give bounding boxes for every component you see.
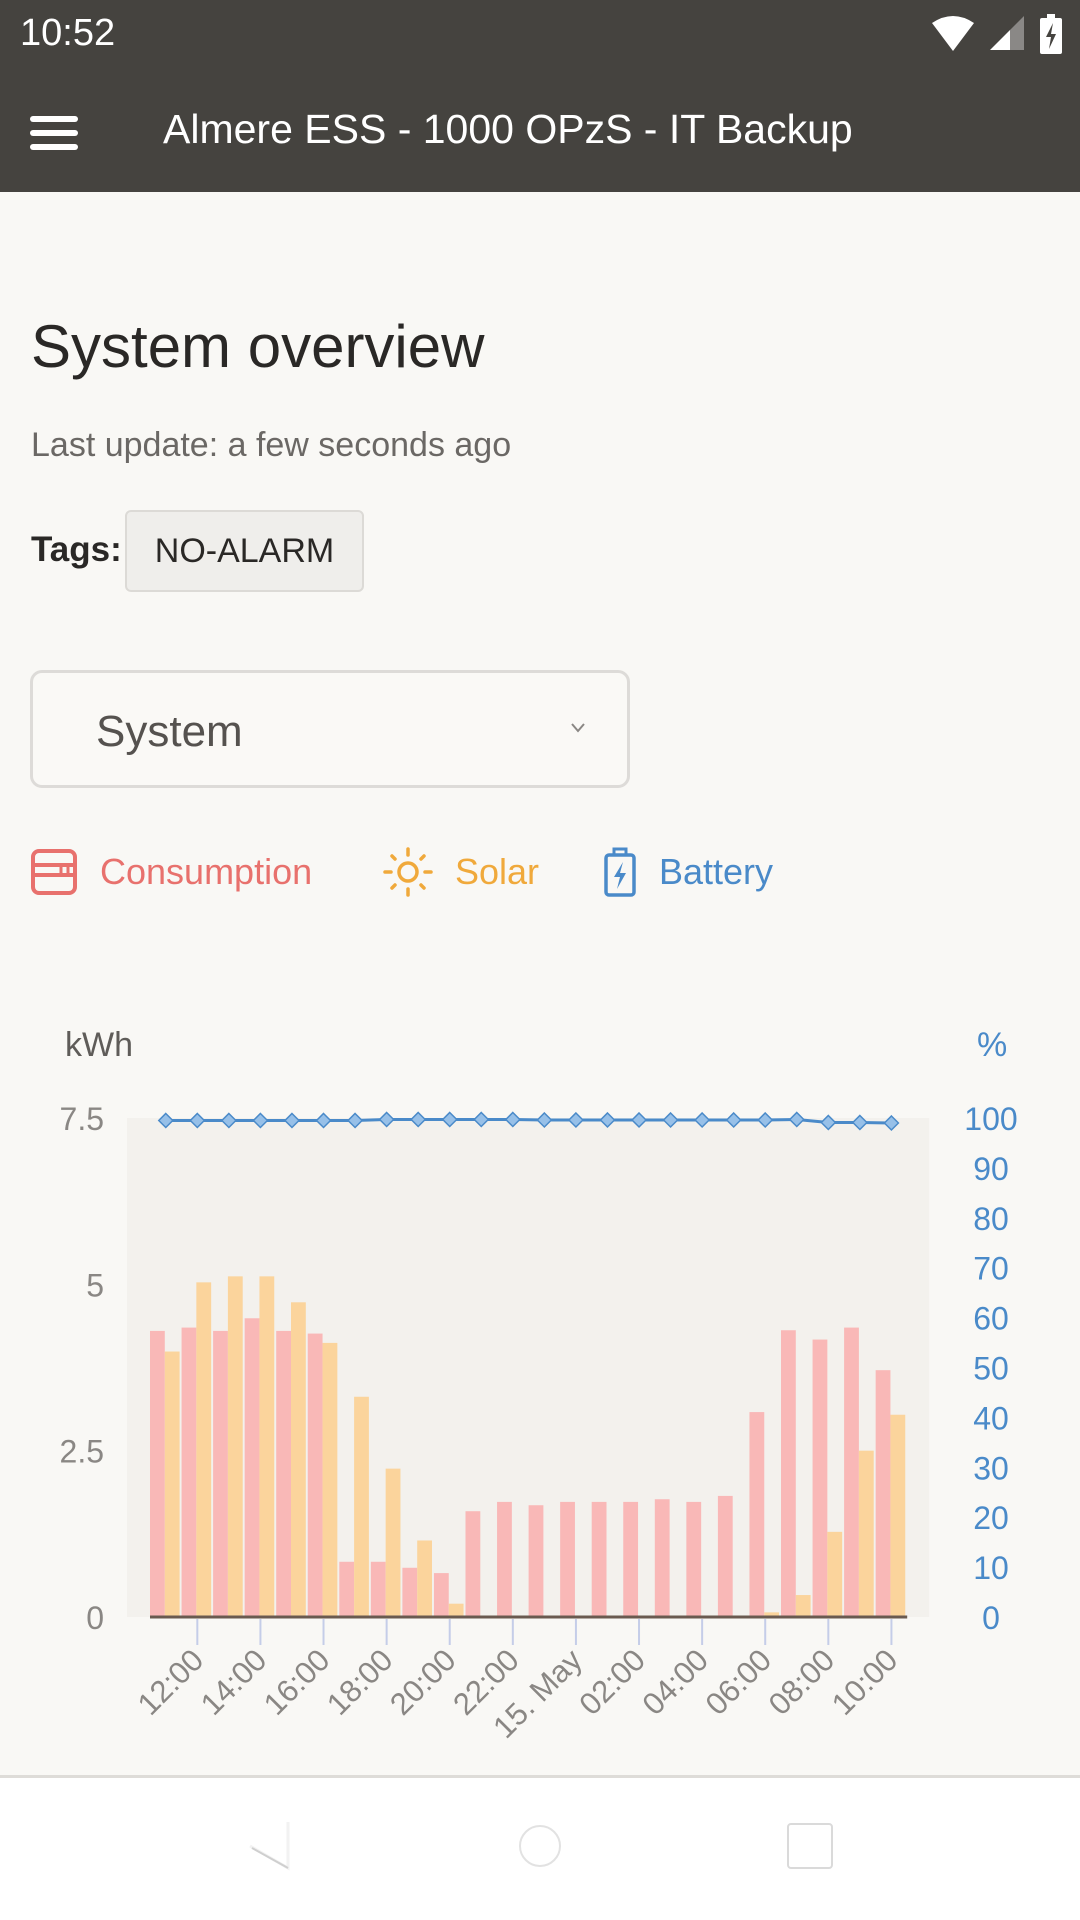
solar-bar [291, 1302, 306, 1617]
solar-bar [354, 1396, 369, 1617]
consumption-bar [749, 1412, 765, 1617]
y-tick-label-right: 90 [973, 1151, 1009, 1187]
system-selector-dropdown[interactable]: System [30, 670, 630, 788]
y-tick-label-left: 7.5 [60, 1101, 104, 1137]
consumption-bar [339, 1561, 355, 1617]
consumption-bar [433, 1573, 449, 1617]
x-tick-label: 14:00 [194, 1642, 274, 1722]
solar-bar [259, 1276, 275, 1617]
x-tick-label: 16:00 [257, 1642, 337, 1722]
y-tick-label-left: 2.5 [60, 1434, 104, 1470]
consumption-bar [497, 1501, 512, 1617]
x-tick-label: 12:00 [131, 1642, 211, 1722]
legend-solar-label: Solar [455, 851, 540, 892]
sun-icon [383, 847, 433, 897]
solar-bar [322, 1342, 338, 1617]
consumption-bar [875, 1370, 891, 1617]
legend-consumption[interactable]: Consumption [30, 842, 312, 902]
consumption-bar [276, 1330, 291, 1617]
consumption-bar [244, 1318, 260, 1617]
x-tick-label: 20:00 [383, 1642, 463, 1722]
x-tick-label: 10:00 [825, 1642, 905, 1722]
solar-bar [196, 1282, 212, 1617]
status-time: 10:52 [20, 12, 116, 54]
hamburger-menu-icon[interactable] [30, 116, 78, 150]
chevron-down-icon [571, 723, 585, 733]
solar-bar [890, 1414, 906, 1617]
consumption-bar [686, 1501, 702, 1617]
solar-bar [385, 1468, 401, 1617]
y-tick-label-right: 80 [973, 1201, 1009, 1237]
consumption-bar [402, 1567, 418, 1617]
back-icon[interactable] [240, 1818, 300, 1878]
solar-bar [227, 1276, 243, 1617]
consumption-bar [717, 1495, 733, 1617]
x-tick-label: 06:00 [699, 1642, 779, 1722]
solar-bar [417, 1540, 432, 1617]
last-update-text: Last update: a few seconds ago [31, 426, 512, 464]
energy-chart: 7.552.50100908070605040302010012:0014:00… [60, 1101, 1018, 1745]
y-tick-label-right: 70 [973, 1251, 1009, 1287]
solar-bar [795, 1595, 811, 1617]
legend-battery-label: Battery [659, 851, 774, 892]
consumption-bar [591, 1501, 607, 1617]
y-tick-label-right: 100 [964, 1101, 1017, 1137]
legend-battery[interactable]: Battery [603, 842, 773, 902]
tag-chip[interactable]: NO-ALARM [125, 510, 364, 592]
home-icon[interactable] [510, 1818, 570, 1878]
recents-icon[interactable] [780, 1818, 840, 1878]
page-title: System overview [31, 313, 485, 380]
app-bar: Almere ESS - 1000 OPzS - IT Backup [0, 70, 1080, 192]
solar-bar [827, 1531, 843, 1617]
consumption-bar [560, 1501, 575, 1617]
y-tick-label-right: 10 [973, 1550, 1009, 1586]
battery-icon [604, 847, 636, 897]
solar-bar [858, 1450, 874, 1617]
consumption-bar [844, 1327, 859, 1617]
navigation-bar [0, 1778, 1080, 1920]
x-tick-label: 04:00 [635, 1642, 715, 1722]
y-tick-label-right: 30 [973, 1450, 1009, 1486]
app-title: Almere ESS - 1000 OPzS - IT Backup [163, 106, 853, 152]
consumption-bar [812, 1339, 828, 1617]
consumption-bar [213, 1330, 228, 1617]
y-tick-label-right: 20 [973, 1500, 1009, 1536]
y-tick-label-right: 60 [973, 1301, 1009, 1337]
consumption-bar [370, 1561, 386, 1617]
y-tick-label-right: 50 [973, 1351, 1009, 1387]
dropdown-value: System [96, 707, 243, 756]
consumption-bar [307, 1333, 323, 1617]
x-tick-label: 08:00 [762, 1642, 842, 1722]
consumption-bar [465, 1511, 481, 1617]
x-tick-label: 18:00 [320, 1642, 400, 1722]
legend-solar[interactable]: Solar [383, 842, 539, 902]
solar-bar [448, 1603, 464, 1617]
consumption-icon [31, 849, 77, 895]
consumption-bar [654, 1499, 670, 1617]
x-tick-label: 02:00 [572, 1642, 652, 1722]
y-tick-label-left: 0 [86, 1600, 104, 1636]
tags-label: Tags: [31, 530, 122, 569]
cellular-signal-icon [990, 16, 1024, 50]
consumption-bar [528, 1505, 544, 1617]
y-tick-label-right: 40 [973, 1400, 1009, 1436]
y-tick-label-right: 0 [982, 1600, 1000, 1636]
consumption-bar [623, 1501, 639, 1617]
battery-charging-icon [1040, 14, 1062, 54]
consumption-bar [781, 1330, 796, 1617]
y-tick-label-left: 5 [86, 1267, 104, 1303]
consumption-bar [181, 1327, 197, 1617]
consumption-bar [150, 1330, 165, 1617]
wifi-icon [932, 16, 974, 51]
status-bar: 10:52 [0, 0, 1080, 70]
solar-bar [164, 1351, 180, 1617]
legend-consumption-label: Consumption [100, 851, 313, 892]
